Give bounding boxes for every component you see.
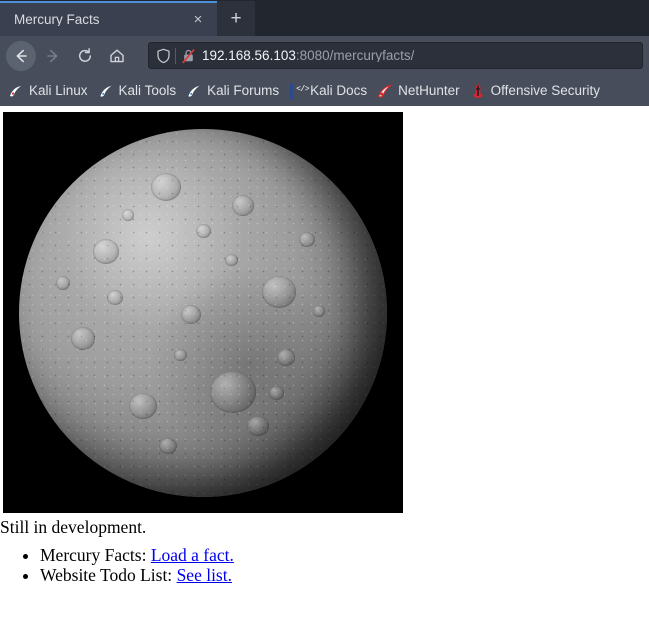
bookmark-kali-linux[interactable]: Kali Linux (4, 81, 94, 101)
see-list-link[interactable]: See list. (177, 565, 232, 585)
limb-shading (19, 129, 387, 497)
planet-sphere (19, 128, 387, 497)
list-item: Website Todo List: See list. (40, 564, 234, 586)
bookmark-label: Kali Linux (29, 82, 88, 98)
address-bar[interactable]: 192.168.56.103:8080/mercuryfacts/ (148, 42, 643, 69)
bookmark-label: Kali Forums (207, 82, 280, 98)
tab-title: Mercury Facts (14, 12, 100, 27)
address-host: 192.168.56.103 (202, 48, 296, 63)
bookmark-offensive-security[interactable]: Offensive Security (466, 81, 606, 101)
close-icon[interactable]: × (185, 7, 211, 33)
reload-button[interactable] (70, 41, 100, 71)
bookmark-kali-forums[interactable]: Kali Forums (182, 81, 285, 101)
reload-icon (76, 47, 94, 65)
bookmark-label: Kali Tools (118, 82, 177, 98)
bookmark-kali-tools[interactable]: Kali Tools (94, 81, 183, 101)
bookmark-nethunter[interactable]: NetHunter (373, 81, 466, 101)
list-item: Mercury Facts: Load a fact. (40, 545, 234, 566)
red-book-code-icon: </> (289, 82, 310, 100)
address-path: :8080/mercuryfacts/ (295, 48, 415, 63)
mercury-image (3, 112, 403, 513)
address-bar-text: 192.168.56.103:8080/mercuryfacts/ (202, 49, 414, 63)
back-button[interactable] (6, 40, 36, 71)
kali-dragon-red-icon (8, 83, 24, 99)
bookmarks-bar: Kali Linux Kali Tools Kali Forums </> Ka… (0, 75, 649, 106)
fact-links-list: Mercury Facts: Load a fact. Website Todo… (0, 545, 234, 586)
home-button[interactable] (102, 41, 132, 71)
lock-crossed-out-icon[interactable] (176, 48, 200, 64)
tab-strip: Mercury Facts × + (0, 0, 649, 36)
new-tab-button[interactable]: + (217, 1, 255, 36)
red-dagger-icon (470, 83, 486, 99)
page-content: Still in development. Mercury Facts: Loa… (0, 106, 649, 623)
load-a-fact-link[interactable]: Load a fact. (151, 545, 234, 565)
bookmark-label: Offensive Security (490, 82, 600, 98)
kali-dragon-red-icon (377, 83, 393, 99)
bookmark-label: Kali Docs (310, 82, 368, 98)
kali-dragon-blue-icon (186, 83, 202, 99)
forward-button[interactable] (38, 41, 68, 71)
list-item-label: Website Todo List: (40, 564, 173, 585)
kali-dragon-blue-icon (98, 83, 114, 99)
navigation-toolbar: 192.168.56.103:8080/mercuryfacts/ (0, 36, 649, 75)
arrow-left-icon (12, 47, 30, 65)
list-item-label: Mercury Facts: (40, 545, 147, 565)
bookmark-kali-docs[interactable]: </> Kali Docs (285, 81, 373, 101)
tab-mercury-facts[interactable]: Mercury Facts × (0, 1, 217, 36)
bookmark-label: NetHunter (398, 82, 460, 98)
status-text: Still in development. (0, 517, 147, 537)
home-icon (108, 47, 126, 65)
shield-icon[interactable] (151, 48, 175, 64)
arrow-right-icon (44, 47, 62, 65)
